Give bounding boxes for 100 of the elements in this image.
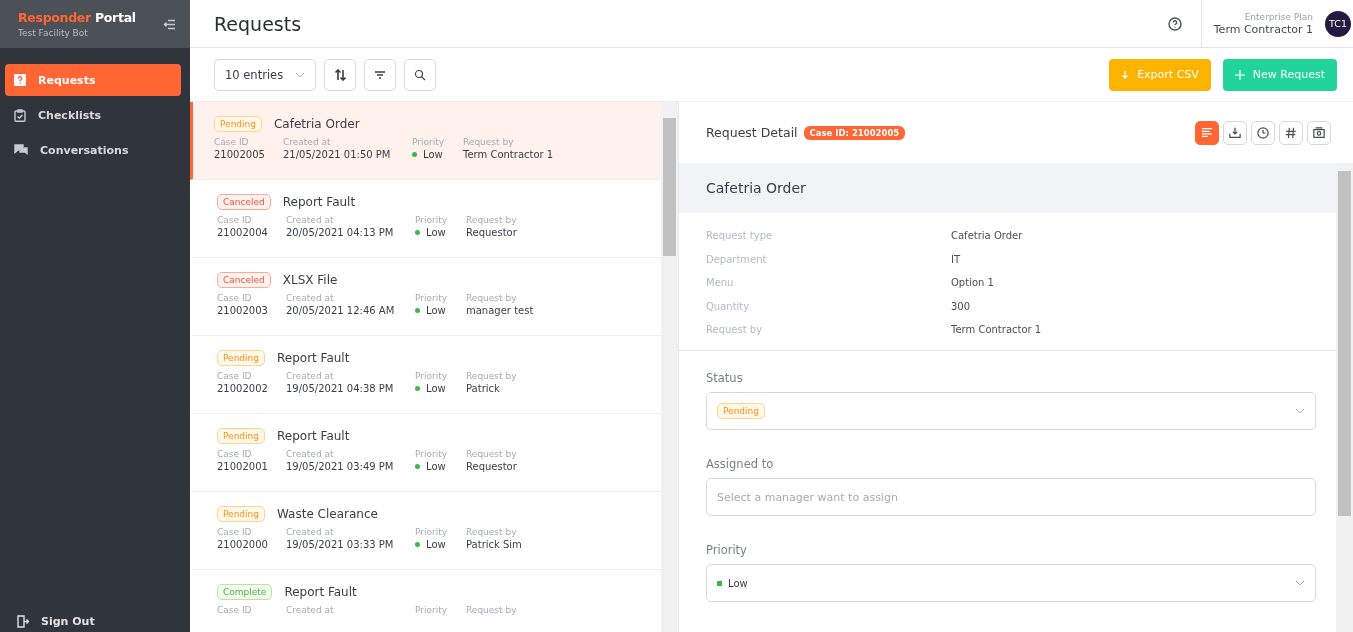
request-title: Waste Clearance: [277, 507, 378, 521]
clock-icon: [1257, 126, 1269, 139]
request-card[interactable]: Pending Waste Clearance Case ID 21002000 Created at 19/05/2021 03:33 PM Priority Low Request by Patrick Sim: [190, 492, 661, 570]
info-label: Quantity: [706, 300, 751, 312]
request-title: Report Fault: [277, 429, 350, 443]
search-button[interactable]: [404, 58, 436, 91]
field-value: 21002003: [217, 305, 269, 316]
field-label: Created at: [286, 527, 335, 537]
field-label: Request by: [466, 215, 518, 225]
field-label: Created at: [286, 605, 335, 615]
field-value: 21002001: [217, 461, 269, 472]
status-tag: Pending: [217, 506, 265, 522]
request-card[interactable]: Pending Report Fault Case ID 21002001 Created at 19/05/2021 03:49 PM Priority Low Request by Requestor: [190, 414, 661, 492]
download-arrow-icon: [1121, 69, 1130, 80]
assignee-field[interactable]: Select a manager want to assign: [706, 478, 1316, 516]
field-label: Case ID: [217, 215, 253, 225]
field-label: Request by: [466, 527, 518, 537]
field-label: Status: [706, 371, 744, 385]
request-card[interactable]: Complete Report Fault Case ID Created at Priority Request by: [190, 570, 661, 632]
field-label: Request by: [463, 137, 515, 147]
field-value: 21002005: [214, 149, 266, 160]
sign-out-link[interactable]: Sign Out: [0, 615, 190, 632]
field-label: Priority: [415, 605, 449, 615]
priority-value: Low: [426, 539, 446, 550]
filter-button[interactable]: [364, 58, 396, 91]
scrollbar-thumb[interactable]: [663, 118, 676, 256]
info-value: Option 1: [951, 277, 995, 288]
collapse-button[interactable]: [163, 18, 176, 30]
detail-title: Request Detail: [706, 125, 798, 140]
field-value: manager test: [466, 305, 535, 316]
field-label: Priority: [412, 137, 446, 147]
help-icon: [1167, 16, 1182, 31]
field-value: 19/05/2021 03:49 PM: [286, 461, 395, 472]
status-tag: Canceled: [217, 194, 271, 210]
request-title: Cafetria Order: [274, 117, 360, 131]
case-id-badge: Case ID: 21002005: [803, 125, 906, 140]
priority-value: Low: [426, 461, 446, 472]
question-icon: [14, 74, 26, 86]
text-lines-icon: [1201, 126, 1213, 139]
user-name: Term Contractor 1: [1213, 22, 1313, 36]
field-value: 19/05/2021 03:33 PM: [286, 539, 395, 550]
field-label: Priority: [415, 449, 449, 459]
scrollbar[interactable]: [1336, 163, 1353, 632]
field-label: Priority: [706, 543, 748, 557]
field-label: Priority: [415, 215, 449, 225]
field-value: Requestor: [466, 461, 518, 472]
status-tag: Pending: [214, 116, 262, 132]
field-label: Priority: [415, 293, 449, 303]
collapse-menu-icon: [163, 18, 176, 30]
priority-value: Low: [426, 383, 446, 394]
field-label: Case ID: [217, 371, 253, 381]
chevron-down-icon: [1295, 408, 1305, 414]
scrollbar-thumb[interactable]: [1338, 171, 1351, 516]
hash-icon: [1285, 126, 1297, 139]
info-label: Request by: [706, 324, 764, 335]
info-value: Term Contractor 1: [951, 324, 1043, 335]
info-value: Cafetria Order: [951, 230, 1024, 241]
field-value: 21002004: [217, 227, 269, 238]
info-label: Request type: [706, 230, 774, 241]
user-avatar[interactable]: TC1: [1325, 10, 1351, 37]
request-title: Report Fault: [282, 195, 356, 209]
field-label: Priority: [415, 527, 449, 537]
field-value: 19/05/2021 04:38 PM: [286, 383, 395, 394]
request-card[interactable]: Pending Cafetria Order Case ID 21002005 Created at 21/05/2021 01:50 PM Priority Low Request by Term Contractor 1: [190, 102, 661, 180]
field-label: Case ID: [214, 137, 250, 147]
nav-item[interactable]: Checklists: [5, 99, 181, 131]
field-value: Patrick: [466, 383, 501, 394]
request-title: Report Fault: [284, 585, 357, 599]
field-label: Request by: [466, 371, 518, 381]
field-value: 21002002: [217, 383, 269, 394]
field-label: Request by: [466, 605, 518, 615]
nav-item[interactable]: Conversations: [5, 134, 181, 166]
plan-name: Enterprise Plan: [1243, 11, 1313, 22]
chat-icon: [14, 144, 28, 156]
field-label: Case ID: [217, 293, 253, 303]
help-button[interactable]: [1167, 16, 1182, 31]
field-label: Created at: [286, 371, 335, 381]
status-tag: Canceled: [217, 272, 271, 288]
field-label: Priority: [415, 371, 449, 381]
priority-value: Low: [426, 227, 446, 238]
request-card[interactable]: Canceled Report Fault Case ID 21002004 Created at 20/05/2021 04:13 PM Priority Low Request by Requestor: [190, 180, 661, 258]
request-card[interactable]: Pending Report Fault Case ID 21002002 Created at 19/05/2021 04:38 PM Priority Low Request by Patrick: [190, 336, 661, 414]
field-label: Created at: [286, 449, 335, 459]
field-label: Case ID: [217, 605, 253, 615]
sort-button[interactable]: [324, 58, 356, 91]
priority-value: Low: [426, 305, 446, 316]
status-tag: Pending: [217, 350, 265, 366]
field-label: Request by: [466, 293, 518, 303]
entries-select[interactable]: 10 entries: [214, 58, 316, 91]
info-label: Menu: [706, 277, 735, 288]
door-exit-icon: [16, 615, 29, 628]
plus-icon: [1234, 69, 1245, 80]
priority-value: Low: [423, 149, 443, 160]
filter-icon: [374, 68, 386, 81]
camera-icon: [1313, 126, 1325, 139]
page-title: Requests: [214, 12, 303, 35]
request-card[interactable]: Canceled XLSX File Case ID 21002003 Created at 20/05/2021 12:46 AM Priority Low Request by manager test: [190, 258, 661, 336]
scrollbar[interactable]: [661, 102, 678, 632]
sort-arrows-icon: [334, 68, 346, 81]
priority-select[interactable]: Low: [706, 564, 1316, 602]
